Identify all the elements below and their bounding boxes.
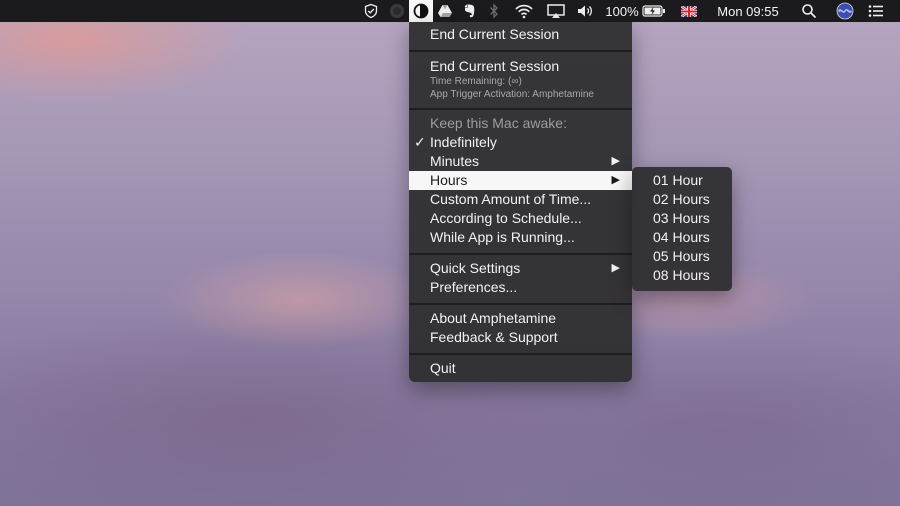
menu-item-end-current-session[interactable]: End Current Session [409,57,632,76]
amphetamine-menu: End Current Session End Current Session … [409,22,632,382]
list-icon[interactable] [866,0,886,22]
menu-item-while-app-running[interactable]: While App is Running... [409,228,632,247]
disc-icon[interactable] [388,0,406,22]
time-remaining-text: Time Remaining: (∞) [430,76,522,87]
submenu-item-03-hours[interactable]: 03 Hours [632,209,732,228]
menu-separator [409,108,632,110]
submenu-item-05-hours[interactable]: 05 Hours [632,247,732,266]
submenu-arrow-icon: ▶ [611,155,620,167]
evernote-icon[interactable] [460,0,478,22]
submenu-item-04-hours[interactable]: 04 Hours [632,228,732,247]
menu-separator [409,303,632,305]
menu-separator [409,353,632,355]
menu-item-hours[interactable]: Hours ▶ [409,171,632,190]
menu-item-label: Indefinitely [430,134,497,150]
battery-percent: 100% [605,3,639,19]
menu-item-label: Minutes [430,153,480,169]
menu-separator [409,253,632,255]
menu-item-label: Quick Settings [430,260,521,276]
menu-item-custom-time[interactable]: Custom Amount of Time... [409,190,632,209]
clock[interactable]: Mon 09:55 [708,0,788,22]
menu-bar: 100% Mon 09:55 [0,0,900,22]
airplay-icon[interactable] [545,0,567,22]
menu-separator [409,50,632,52]
submenu-arrow-icon: ▶ [611,262,620,274]
checkmark-icon: ✓ [414,134,426,150]
trigger-text: App Trigger Activation: Amphetamine [430,89,594,100]
checklist-icon[interactable] [362,0,380,22]
menu-item-feedback[interactable]: Feedback & Support [409,328,632,347]
menu-item-quit[interactable]: Quit [409,359,632,378]
volume-icon[interactable] [575,0,597,22]
battery-icon[interactable] [641,0,667,22]
hours-submenu: 01 Hour 02 Hours 03 Hours 04 Hours 05 Ho… [632,167,732,291]
uk-flag-icon[interactable] [679,0,699,22]
keep-awake-header: Keep this Mac awake: [430,115,567,131]
submenu-item-01-hour[interactable]: 01 Hour [632,171,732,190]
submenu-item-02-hours[interactable]: 02 Hours [632,190,732,209]
menu-item-schedule[interactable]: According to Schedule... [409,209,632,228]
menu-item-minutes[interactable]: Minutes ▶ [409,152,632,171]
submenu-arrow-icon: ▶ [611,174,620,186]
search-icon[interactable] [800,0,818,22]
drive-icon[interactable] [436,0,454,22]
menu-item-indefinitely[interactable]: ✓ Indefinitely [409,133,632,152]
desktop: 100% Mon 09:55 End Current Session End C… [0,0,900,506]
siri-icon[interactable] [835,0,855,22]
submenu-item-08-hours[interactable]: 08 Hours [632,266,732,285]
menu-item-about[interactable]: About Amphetamine [409,309,632,328]
wifi-icon[interactable] [513,0,535,22]
amphetamine-icon[interactable] [409,0,433,22]
menu-item-preferences[interactable]: Preferences... [409,278,632,297]
menu-item-end-session[interactable]: End Current Session [409,25,632,44]
bluetooth-icon[interactable] [486,0,502,22]
menu-item-quick-settings[interactable]: Quick Settings ▶ [409,259,632,278]
menu-item-label: Hours [430,172,468,188]
